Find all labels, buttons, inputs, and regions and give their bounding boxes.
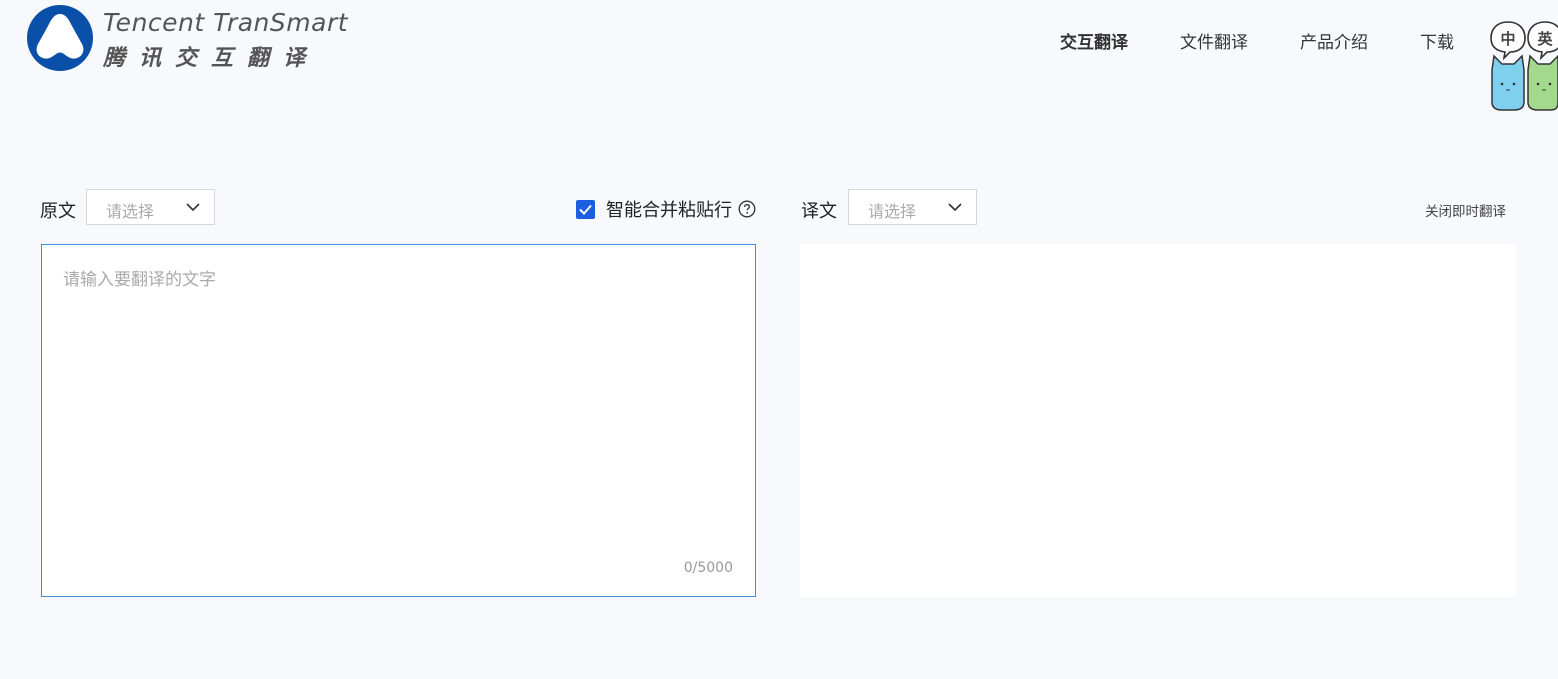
merge-paste-toggle[interactable]: 智能合并粘贴行	[576, 198, 732, 221]
brand-name-chinese: 腾讯交互翻译	[103, 46, 320, 71]
character-counter: 0/5000	[683, 560, 733, 576]
close-instant-translate-button[interactable]: 关闭即时翻译	[1425, 200, 1506, 220]
translation-output-panel	[800, 244, 1516, 597]
source-text-panel: 0/5000	[41, 244, 756, 597]
source-language-placeholder: 请选择	[106, 202, 155, 221]
nav-item-file-translate[interactable]: 文件翻译	[1180, 28, 1248, 53]
nav-item-product-intro[interactable]: 产品介绍	[1300, 28, 1368, 53]
nav-item-download[interactable]: 下载	[1420, 28, 1454, 53]
question-circle-icon[interactable]	[738, 200, 756, 218]
merge-paste-checkbox[interactable]	[576, 199, 595, 219]
chevron-down-icon	[948, 203, 962, 212]
nav-item-interactive-translate[interactable]: 交互翻译	[1060, 28, 1128, 53]
merge-paste-label: 智能合并粘贴行	[606, 200, 732, 221]
target-label: 译文	[801, 201, 837, 222]
checkmark-icon	[579, 204, 592, 215]
source-language-select[interactable]: 请选择	[86, 189, 215, 225]
mascot-cats-icon: 中 英	[1490, 21, 1558, 111]
mascot-bubble-en: 英	[1537, 30, 1553, 48]
brand-name-english: Tencent TranSmart	[103, 8, 349, 37]
target-language-placeholder: 请选择	[868, 202, 917, 221]
source-label: 原文	[40, 201, 76, 222]
tencent-transmart-logo	[27, 5, 93, 71]
mascot-bubble-cn: 中	[1500, 30, 1515, 48]
chevron-down-icon	[186, 203, 200, 212]
target-language-select[interactable]: 请选择	[848, 189, 977, 225]
source-text-input[interactable]	[42, 245, 755, 596]
